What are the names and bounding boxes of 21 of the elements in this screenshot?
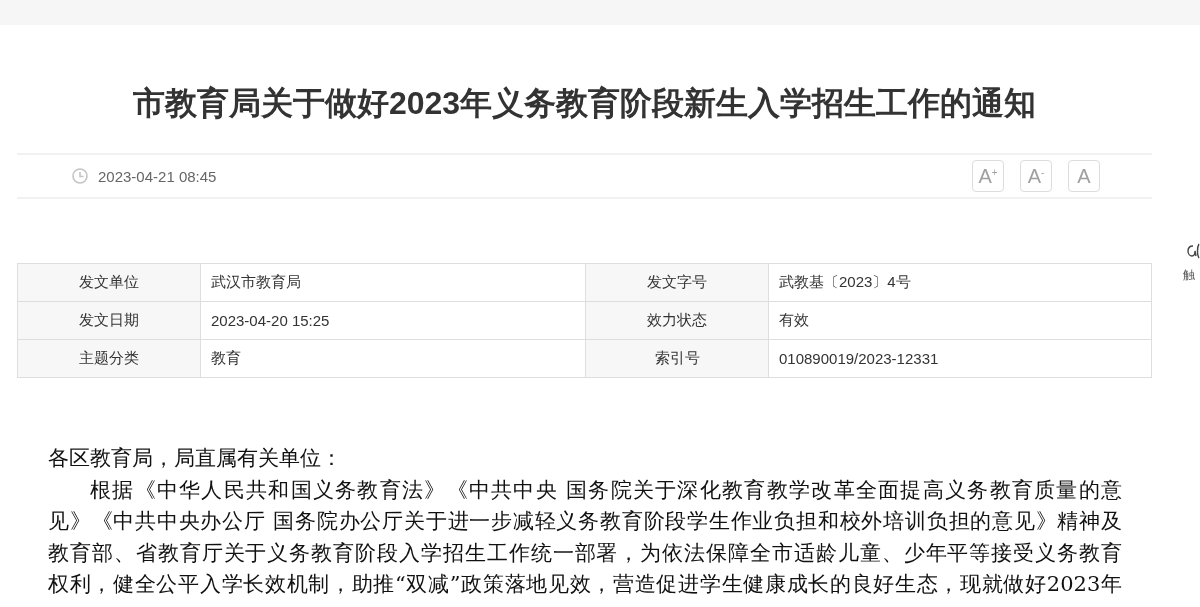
table-label-cell: 发文字号 xyxy=(586,264,769,302)
table-label-cell: 发文单位 xyxy=(18,264,201,302)
table-value-cell: 有效 xyxy=(769,302,1152,340)
table-label-cell: 效力状态 xyxy=(586,302,769,340)
table-value-cell: 010890019/2023-12331 xyxy=(769,340,1152,378)
side-tool-label[interactable]: 触 xyxy=(1183,268,1195,282)
article-title: 市教育局关于做好2023年义务教育阶段新生入学招生工作的通知 xyxy=(131,84,1038,123)
table-value-cell: 教育 xyxy=(201,340,586,378)
table-label-cell: 索引号 xyxy=(586,340,769,378)
publish-date: 2023-04-21 08:45 xyxy=(98,167,217,185)
table-label-cell: 主题分类 xyxy=(18,340,201,378)
body-paragraph: 根据《中华人民共和国义务教育法》《中共中央 国务院关于深化教育教学改革全面提高义务教育质量的意 见》《中共中央办公厅 国务院办公厅关于进一步减轻义务教育阶段学生作业负担和校外培训负担的意见》精神及 教育部、省教育厅关于义务教育阶段入学招生工作统一部署，为依法保障全市适龄儿童、少年平等接受义务教育 权利，健全公平入学长效机制，助推“双减”政策落地见效，营造促进学生健康成长的良好生态，现就做好2023年 xyxy=(48,476,1122,598)
table-value-cell: 2023-04-20 15:25 xyxy=(201,302,586,340)
font-size-button[interactable]: A$^{+}$ xyxy=(972,160,1004,192)
font-size-button[interactable]: A$^{-}$ xyxy=(1020,160,1052,192)
salutation-text: 各区教育局，局直属有关单位： xyxy=(48,445,343,472)
table-value-cell: 武教基〔2023〕4号 xyxy=(769,264,1152,302)
table-label-cell: 发文日期 xyxy=(18,302,201,340)
table-value-cell: 武汉市教育局 xyxy=(201,264,586,302)
clock-icon xyxy=(72,168,88,184)
font-size-button[interactable]: A xyxy=(1068,160,1100,192)
